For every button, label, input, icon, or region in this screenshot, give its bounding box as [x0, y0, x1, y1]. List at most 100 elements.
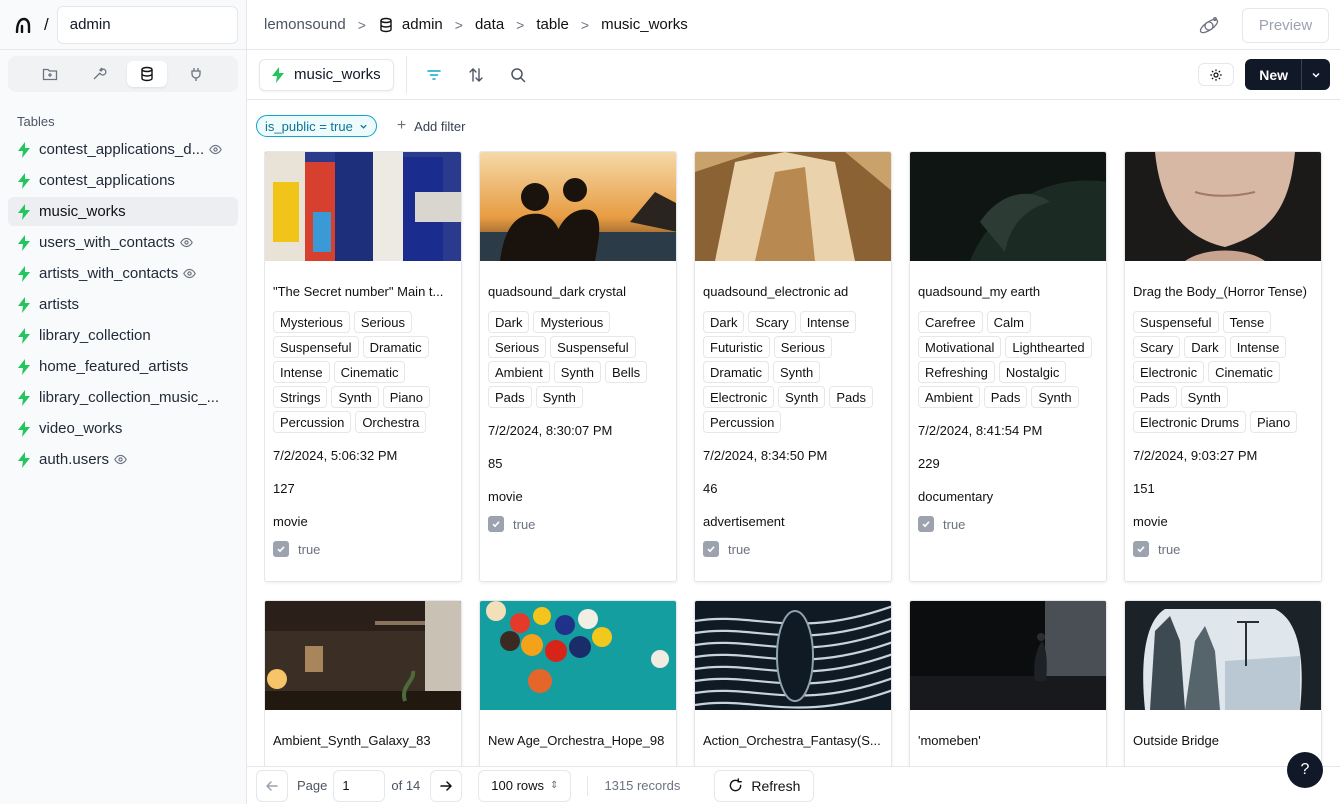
checkbox-checked-icon: [488, 516, 504, 532]
card-body: 'momeben': [910, 733, 1106, 749]
toolbar-divider: [405, 55, 407, 94]
sidebar-item-table[interactable]: music_works: [8, 197, 238, 226]
filter-chip-label: is_public = true: [265, 118, 353, 134]
rows-per-page-label: 100 rows: [491, 778, 545, 793]
page-input[interactable]: 1: [333, 769, 386, 802]
breadcrumb-kind[interactable]: table: [536, 16, 569, 33]
sidebar-item-table[interactable]: library_collection: [8, 321, 238, 350]
sidebar-item-table[interactable]: auth.users: [8, 445, 238, 474]
record-card[interactable]: quadsound_electronic ad Dark Scary Intense F…: [694, 151, 892, 582]
tag-badge: Serious: [488, 336, 547, 358]
settings-button[interactable]: [1198, 63, 1235, 86]
record-card[interactable]: Action_Orchestra_Fantasy(S...: [694, 600, 892, 766]
sidebar-item-table[interactable]: library_collection_music_...: [8, 383, 238, 412]
sort-icon[interactable]: [461, 60, 491, 90]
add-filter-button[interactable]: + Add filter: [397, 117, 466, 135]
bolt-icon: [18, 203, 30, 220]
card-body: Ambient_Synth_Galaxy_83: [265, 733, 461, 749]
breadcrumb-separator: >: [454, 16, 463, 33]
tag-badge: Ambient: [488, 361, 550, 383]
bolt-icon: [272, 66, 284, 83]
table-name: music_works: [39, 203, 126, 220]
database-icon[interactable]: [127, 61, 168, 87]
tag-badge: Nostalgic: [998, 361, 1067, 383]
table-name: auth.users: [39, 451, 110, 468]
tag-badge: Piano: [1249, 411, 1298, 433]
filter-icon[interactable]: [419, 60, 449, 90]
tab-music-works[interactable]: music_works: [259, 58, 394, 91]
header-actions: Preview: [1194, 8, 1329, 43]
footer-divider: [587, 775, 589, 796]
sidebar-item-table[interactable]: artists: [8, 290, 238, 319]
record-card[interactable]: quadsound_dark crystal Dark Mysterious Seri…: [479, 151, 677, 582]
table-name: artists_with_contacts: [39, 265, 179, 282]
refresh-button[interactable]: Refresh: [714, 769, 815, 802]
tab-label: music_works: [294, 66, 381, 83]
sidebar-item-table[interactable]: home_featured_artists: [8, 352, 238, 381]
rows-per-page-select[interactable]: 100 rows ⇕: [478, 769, 572, 802]
record-card[interactable]: Outside Bridge: [1124, 600, 1322, 766]
satellite-icon[interactable]: [1194, 11, 1224, 41]
tag-badge: Serious: [773, 336, 832, 358]
preview-button[interactable]: Preview: [1242, 8, 1329, 43]
card-date: 7/2/2024, 8:41:54 PM: [918, 423, 1043, 438]
help-button[interactable]: ?: [1287, 752, 1323, 788]
sidebar-item-table[interactable]: contest_applications: [8, 166, 238, 195]
eye-icon: [209, 144, 222, 155]
sidebar-tabs: [8, 56, 238, 92]
app-logo-icon[interactable]: [14, 15, 34, 35]
sidebar-item-table[interactable]: contest_applications_d...: [8, 135, 238, 164]
refresh-label: Refresh: [751, 777, 801, 794]
tag-badge: Dark: [703, 311, 745, 333]
sidebar-item-table[interactable]: video_works: [8, 414, 238, 443]
card-thumbnail: [910, 152, 1106, 261]
record-card[interactable]: "The Secret number" Main t... Mysterious S…: [264, 151, 462, 582]
checkbox-checked-icon: [703, 541, 719, 557]
next-page-button[interactable]: [430, 769, 463, 802]
checkbox-checked-icon: [1133, 541, 1149, 557]
breadcrumb-db[interactable]: admin: [378, 16, 443, 33]
card-title: 'momeben': [918, 733, 981, 748]
breadcrumb-schema[interactable]: data: [475, 16, 504, 33]
record-card[interactable]: quadsound_my earth Carefree Calm Motivation…: [909, 151, 1107, 582]
breadcrumb-org[interactable]: lemonsound: [264, 16, 346, 33]
folder-icon[interactable]: [30, 61, 70, 87]
sidebar-item-table[interactable]: users_with_contacts: [8, 228, 238, 257]
tag-badge: Dramatic: [703, 361, 770, 383]
filter-chip[interactable]: is_public = true: [256, 115, 377, 137]
eye-icon: [180, 237, 193, 248]
card-title: "The Secret number" Main t...: [273, 284, 444, 299]
card-tags: Dark Scary Intense Futuristic Serious Dramati…: [703, 311, 883, 433]
breadcrumb-table[interactable]: music_works: [601, 16, 688, 33]
card-body: New Age_Orchestra_Hope_98: [480, 733, 676, 749]
card-number: 229: [918, 456, 940, 471]
record-card[interactable]: Ambient_Synth_Galaxy_83: [264, 600, 462, 766]
prev-page-button[interactable]: [256, 769, 288, 802]
tag-badge: Dark: [488, 311, 530, 333]
record-count: 1315 records: [604, 778, 681, 793]
add-filter-label: Add filter: [414, 118, 466, 134]
card-public-flag: true: [488, 514, 668, 534]
tag-badge: Cinematic: [1208, 361, 1280, 383]
table-list: contest_applications_d... contest_applica…: [0, 135, 246, 474]
record-card[interactable]: New Age_Orchestra_Hope_98: [479, 600, 677, 766]
project-selector[interactable]: admin: [56, 5, 238, 44]
card-category: movie: [1133, 514, 1168, 529]
card-body: Action_Orchestra_Fantasy(S...: [695, 733, 891, 749]
card-thumbnail: [265, 152, 461, 261]
search-icon[interactable]: [503, 60, 533, 90]
record-grid: "The Secret number" Main t... Mysterious S…: [264, 151, 1334, 766]
record-card[interactable]: 'momeben': [909, 600, 1107, 766]
sidebar-item-table[interactable]: artists_with_contacts: [8, 259, 238, 288]
new-button[interactable]: New: [1245, 59, 1302, 90]
new-dropdown-button[interactable]: [1302, 59, 1330, 90]
eye-icon: [183, 268, 197, 279]
card-title: Outside Bridge: [1133, 733, 1219, 748]
plug-icon[interactable]: [176, 61, 216, 87]
table-name: contest_applications: [39, 172, 175, 189]
tools-icon[interactable]: [79, 61, 119, 87]
eye-icon: [114, 454, 127, 465]
card-thumbnail: [480, 601, 676, 710]
card-public-flag: true: [1133, 539, 1313, 559]
record-card[interactable]: Drag the Body_(Horror Tense) Suspenseful T…: [1124, 151, 1322, 582]
